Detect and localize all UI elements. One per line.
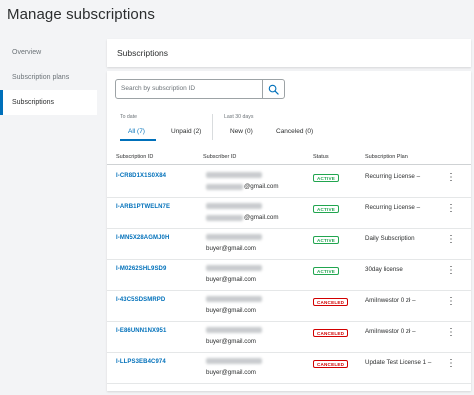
subscription-id-link[interactable]: I-LLPS3EB4C974 xyxy=(116,359,166,365)
search-button[interactable] xyxy=(262,80,284,98)
subscriptions-card: Search by subscription ID To date Last 3… xyxy=(107,71,471,391)
subscription-plan-name: Update Test License 1 – xyxy=(365,359,432,366)
kebab-menu-icon[interactable]: ⋮ xyxy=(446,359,456,373)
subscriber-email: buyer@gmail.com xyxy=(206,245,256,252)
tab-all[interactable]: All (7) xyxy=(128,128,145,135)
subscription-plan-name: AmiInwestor 0 zł – xyxy=(365,328,416,335)
column-header-subscription-id: Subscription ID xyxy=(116,154,154,160)
subscription-id-link[interactable]: I-43C5SDSMRPD xyxy=(116,297,165,303)
status-badge: ACTIVE xyxy=(313,174,340,182)
last-30-days-label: Last 30 days xyxy=(224,114,254,120)
redacted-subscriber-name xyxy=(206,265,262,271)
status-badge: CANCELED xyxy=(313,329,349,337)
column-header-status: Status xyxy=(313,154,329,160)
sidebar-item-overview[interactable]: Overview xyxy=(0,40,100,65)
filter-divider xyxy=(212,114,213,140)
table-row[interactable]: I-LLPS3EB4C974 buyer@gmail.com CANCELED Upd… xyxy=(107,353,471,384)
redacted-email-prefix xyxy=(206,215,243,221)
redacted-subscriber-name xyxy=(206,327,262,333)
redacted-subscriber-name xyxy=(206,203,262,209)
search-input[interactable]: Search by subscription ID xyxy=(121,85,195,92)
subscription-id-link[interactable]: I-MN5X28AGMJ0H xyxy=(116,235,169,241)
redacted-subscriber-name xyxy=(206,234,262,240)
status-badge: ACTIVE xyxy=(313,205,340,213)
kebab-menu-icon[interactable]: ⋮ xyxy=(446,328,456,342)
subscription-id-link[interactable]: I-CR8D1X1S0X84 xyxy=(116,173,166,179)
redacted-subscriber-name xyxy=(206,358,262,364)
active-tab-indicator xyxy=(120,139,156,141)
kebab-menu-icon[interactable]: ⋮ xyxy=(446,235,456,249)
status-badge: CANCELED xyxy=(313,298,349,306)
table-row[interactable]: I-ARB1PTWELN7E @gmail.com ACTIVE Recurring … xyxy=(107,198,471,229)
table-header: Subscription ID Subscriber ID Status Sub… xyxy=(107,151,471,165)
redacted-subscriber-name xyxy=(206,172,262,178)
tab-canceled[interactable]: Canceled (0) xyxy=(276,128,313,135)
status-badge: CANCELED xyxy=(313,360,349,368)
table-row[interactable]: I-E86UNN1NX951 buyer@gmail.com CANCELED Ami… xyxy=(107,322,471,353)
to-date-label: To date xyxy=(120,114,138,120)
redacted-email-prefix xyxy=(206,184,243,190)
sidebar-item-label: Overview xyxy=(12,49,42,56)
kebab-menu-icon[interactable]: ⋮ xyxy=(446,173,456,187)
subscription-plan-name: AmiInwestor 0 zł – xyxy=(365,297,416,304)
subscription-plan-name: 30day license xyxy=(365,266,403,273)
column-header-subscription-plan: Subscription Plan xyxy=(365,154,408,160)
kebab-menu-icon[interactable]: ⋮ xyxy=(446,204,456,218)
subscriber-email: buyer@gmail.com xyxy=(206,307,256,314)
column-header-subscriber-id: Subscriber ID xyxy=(203,154,237,160)
table-row[interactable]: I-MN5X28AGMJ0H buyer@gmail.com ACTIVE Daily… xyxy=(107,229,471,260)
status-badge: ACTIVE xyxy=(313,236,340,244)
subscriber-email: @gmail.com xyxy=(244,214,279,221)
subscriber-email: buyer@gmail.com xyxy=(206,276,256,283)
subscriber-email: buyer@gmail.com xyxy=(206,338,256,345)
kebab-menu-icon[interactable]: ⋮ xyxy=(446,297,456,311)
sidebar-item-label: Subscription plans xyxy=(12,74,70,81)
table-row[interactable]: I-CR8D1X1S0X84 @gmail.com ACTIVE Recurring … xyxy=(107,167,471,198)
kebab-menu-icon[interactable]: ⋮ xyxy=(446,266,456,280)
subscription-id-link[interactable]: I-M0262SHL9SD9 xyxy=(116,266,166,272)
search-box[interactable]: Search by subscription ID xyxy=(115,79,285,99)
page-title: Manage subscriptions xyxy=(7,6,155,23)
subscriber-email: buyer@gmail.com xyxy=(206,369,256,376)
subscriber-email: @gmail.com xyxy=(244,183,279,190)
tab-unpaid[interactable]: Unpaid (2) xyxy=(171,128,201,135)
card-title: Subscriptions xyxy=(117,48,169,58)
tab-new[interactable]: New (0) xyxy=(230,128,253,135)
subscription-plan-name: Recurring License – xyxy=(365,204,421,211)
subscription-plan-name: Daily Subscription xyxy=(365,235,415,242)
table-row[interactable]: I-M0262SHL9SD9 buyer@gmail.com ACTIVE 30day… xyxy=(107,260,471,291)
subscriptions-header-card: Subscriptions xyxy=(107,39,471,67)
table-row[interactable]: I-43C5SDSMRPD buyer@gmail.com CANCELED AmiI… xyxy=(107,291,471,322)
sidebar-item-label: Subscriptions xyxy=(12,99,55,106)
search-icon xyxy=(268,84,279,95)
redacted-subscriber-name xyxy=(206,296,262,302)
sidebar-item-subscription-plans[interactable]: Subscription plans xyxy=(0,65,100,90)
subscription-plan-name: Recurring License – xyxy=(365,173,421,180)
sidebar: Overview Subscription plans Subscription… xyxy=(0,40,100,115)
subscription-id-link[interactable]: I-ARB1PTWELN7E xyxy=(116,204,170,210)
status-badge: ACTIVE xyxy=(313,267,340,275)
subscription-id-link[interactable]: I-E86UNN1NX951 xyxy=(116,328,166,334)
sidebar-item-subscriptions[interactable]: Subscriptions xyxy=(0,90,97,115)
